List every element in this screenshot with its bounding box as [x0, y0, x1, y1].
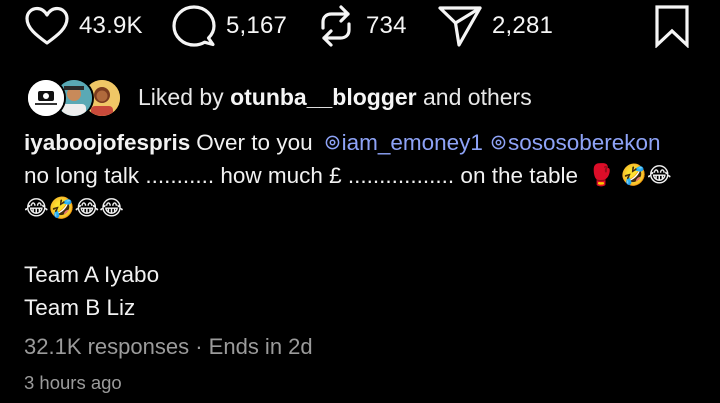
share-count: 2,281	[492, 12, 554, 39]
liked-by-username[interactable]: otunba__blogger	[230, 84, 417, 110]
liker-avatars[interactable]	[26, 76, 126, 118]
liked-by-suffix: and others	[416, 83, 532, 110]
caption-text: no long talk ........... how much £ ....…	[24, 163, 579, 188]
liked-by-prefix: Liked by	[138, 83, 231, 110]
liked-by-row[interactable]: Liked by otunba__blogger and others	[26, 76, 532, 118]
mention-handle[interactable]: sososoberekon	[508, 126, 661, 159]
threads-at-icon	[491, 135, 506, 150]
repost-count: 734	[366, 12, 407, 39]
poll-separator: ·	[189, 334, 209, 359]
threads-at-icon	[325, 135, 339, 150]
poll-ends: Ends in 2d	[208, 334, 313, 359]
caption-line: Team B Liz	[24, 291, 704, 324]
comment-button[interactable]: 5,167	[171, 4, 287, 48]
heart-icon	[25, 6, 69, 45]
caption-emojis: 🥊 🤣😂	[588, 163, 672, 187]
caption-text: Over to you	[196, 130, 313, 155]
action-bar: 43.9K 5,167 734 2,281	[0, 0, 720, 52]
poll-option-text: Team B Liz	[24, 295, 136, 320]
poll-responses[interactable]: 32.1K responses	[24, 334, 189, 359]
save-button[interactable]	[654, 4, 690, 48]
repost-button[interactable]: 734	[315, 4, 407, 48]
comment-bubble-icon	[172, 5, 216, 47]
bookmark-icon	[655, 5, 689, 48]
poll-meta: 32.1K responses · Ends in 2d	[24, 334, 313, 360]
mention-handle[interactable]: iam_emoney1	[342, 126, 483, 159]
logo-avatar-icon	[28, 80, 64, 116]
poll-option-text: Team A Iyabo	[24, 262, 160, 287]
mention-link[interactable]: sososoberekon	[491, 126, 661, 159]
comment-count: 5,167	[226, 12, 288, 39]
share-button[interactable]: 2,281	[437, 4, 553, 48]
liked-by-text[interactable]: Liked by otunba__blogger and others	[138, 84, 532, 111]
repost-icon	[321, 5, 351, 47]
like-button[interactable]: 43.9K	[24, 4, 143, 48]
caption-line: 😂🤣😂😂	[24, 192, 704, 225]
caption-line: Team A Iyabo	[24, 258, 704, 291]
send-icon	[438, 6, 482, 47]
like-count: 43.9K	[79, 12, 143, 39]
caption-line: no long talk ........... how much £ ....…	[24, 159, 704, 192]
post-caption: iyaboojofespris Over to you iam_emoney1 …	[24, 126, 704, 324]
caption-line: iyaboojofespris Over to you iam_emoney1 …	[24, 126, 704, 159]
caption-emojis: 😂🤣😂😂	[24, 196, 124, 220]
mention-link[interactable]: iam_emoney1	[325, 126, 483, 159]
post-timestamp: 3 hours ago	[24, 372, 122, 393]
post-username[interactable]: iyaboojofespris	[24, 126, 190, 159]
avatar[interactable]	[26, 78, 66, 118]
